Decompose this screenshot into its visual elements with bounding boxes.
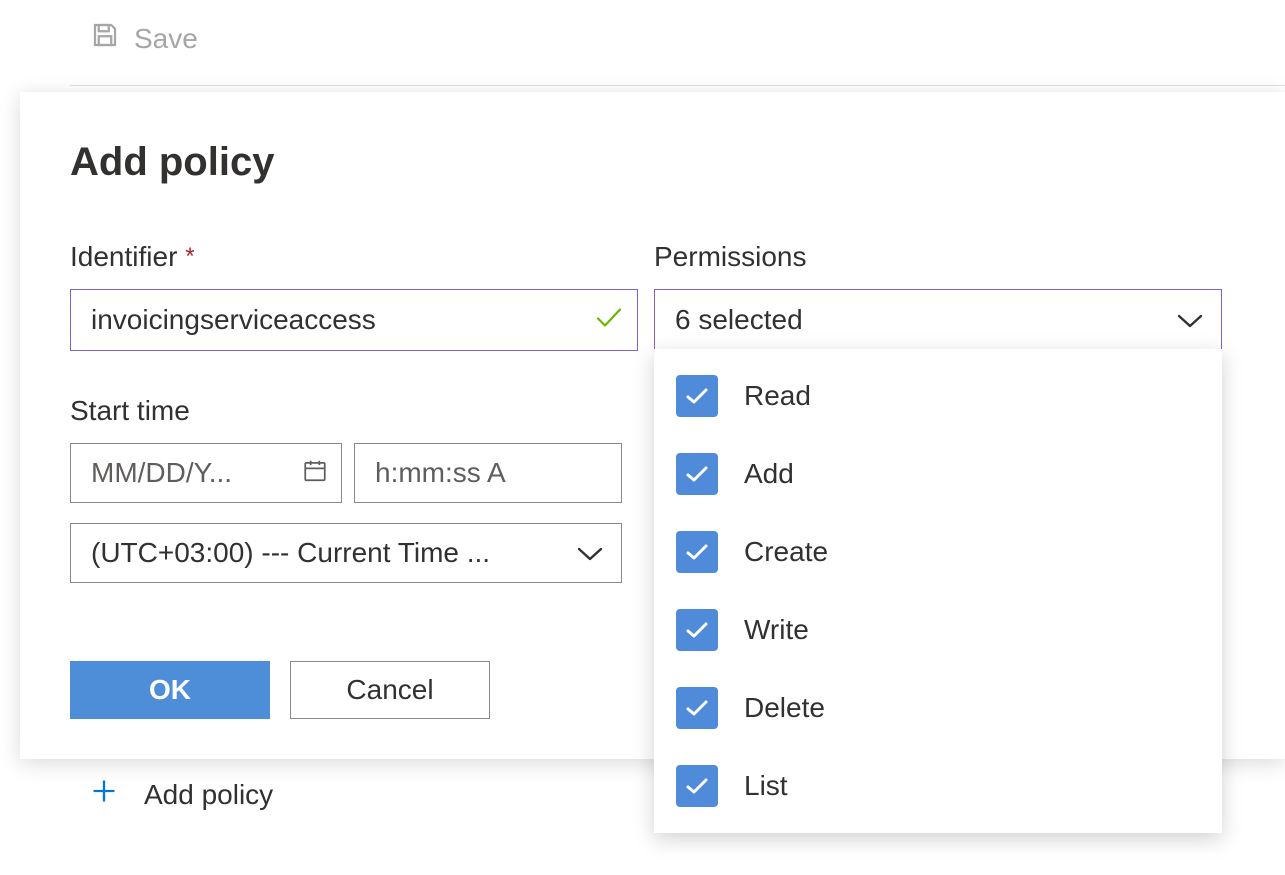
permission-option-list[interactable]: List xyxy=(654,747,1222,825)
required-star-icon: * xyxy=(185,243,194,271)
checkbox-checked-icon xyxy=(676,687,718,729)
ok-button[interactable]: OK xyxy=(70,661,270,719)
checkbox-checked-icon xyxy=(676,375,718,417)
save-icon xyxy=(90,20,120,57)
permissions-select[interactable]: 6 selected xyxy=(654,289,1222,351)
modal-panel: Add policy Identifier * Start time xyxy=(20,92,1285,759)
save-button[interactable]: Save xyxy=(90,20,198,57)
permission-label: Delete xyxy=(744,692,825,724)
toolbar: Save xyxy=(0,0,1285,85)
permission-label: Write xyxy=(744,614,809,646)
calendar-icon[interactable] xyxy=(302,458,328,489)
permission-option-create[interactable]: Create xyxy=(654,513,1222,591)
plus-icon xyxy=(90,777,118,812)
permission-option-delete[interactable]: Delete xyxy=(654,669,1222,747)
permissions-label: Permissions xyxy=(654,241,1222,273)
checkbox-checked-icon xyxy=(676,531,718,573)
checkbox-checked-icon xyxy=(676,609,718,651)
save-label: Save xyxy=(134,23,198,55)
toolbar-divider xyxy=(70,85,1285,86)
identifier-input-wrap xyxy=(70,289,638,351)
permission-label: Create xyxy=(744,536,828,568)
permission-label: Add xyxy=(744,458,794,490)
cancel-button[interactable]: Cancel xyxy=(290,661,490,719)
checkbox-checked-icon xyxy=(676,453,718,495)
chevron-down-icon xyxy=(577,537,603,569)
permission-option-add[interactable]: Add xyxy=(654,435,1222,513)
date-input-wrap xyxy=(70,443,342,503)
timezone-value: (UTC+03:00) --- Current Time ... xyxy=(91,537,490,569)
identifier-input[interactable] xyxy=(70,289,638,351)
modal-title: Add policy xyxy=(70,140,1235,185)
check-icon xyxy=(596,308,622,333)
permission-option-read[interactable]: Read xyxy=(654,357,1222,435)
column-right: Permissions 6 selected Read xyxy=(654,241,1222,719)
chevron-down-icon xyxy=(1177,304,1203,336)
add-policy-row[interactable]: Add policy xyxy=(90,777,273,812)
permissions-dropdown: Read Add Create xyxy=(654,349,1222,833)
modal-footer: OK Cancel xyxy=(70,661,638,719)
add-policy-label: Add policy xyxy=(144,779,273,811)
permission-option-write[interactable]: Write xyxy=(654,591,1222,669)
permission-label: List xyxy=(744,770,788,802)
form-columns: Identifier * Start time xyxy=(70,241,1235,719)
column-left: Identifier * Start time xyxy=(70,241,638,719)
start-time-row xyxy=(70,443,638,503)
time-input[interactable] xyxy=(354,443,622,503)
timezone-select[interactable]: (UTC+03:00) --- Current Time ... xyxy=(70,523,622,583)
start-time-label: Start time xyxy=(70,395,638,427)
permissions-selected-text: 6 selected xyxy=(675,304,803,336)
permission-label: Read xyxy=(744,380,811,412)
identifier-label: Identifier * xyxy=(70,241,638,273)
checkbox-checked-icon xyxy=(676,765,718,807)
